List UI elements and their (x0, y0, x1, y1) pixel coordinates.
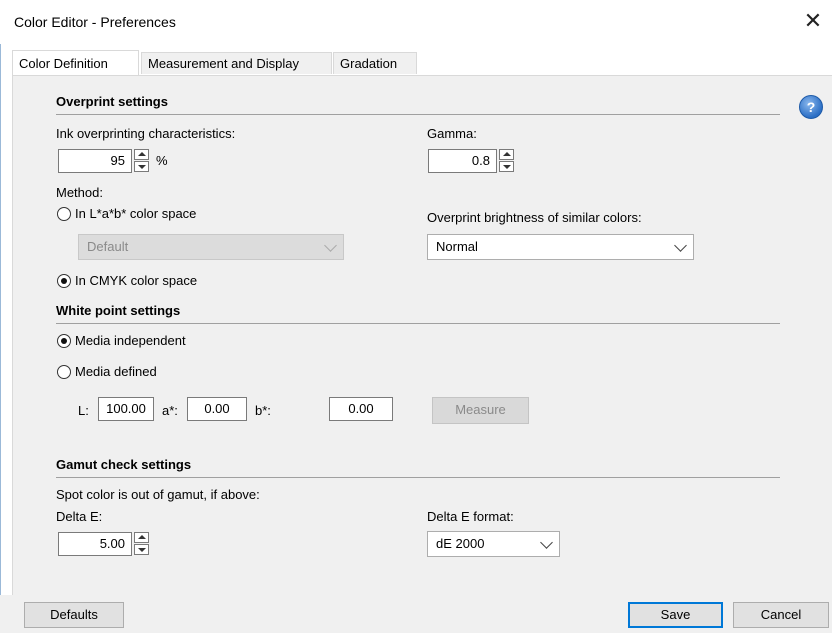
overprint-section-title: Overprint settings (56, 94, 168, 109)
gamma-label: Gamma: (427, 126, 477, 141)
delta-e-label: Delta E: (56, 509, 103, 524)
tab-color-definition[interactable]: Color Definition (12, 50, 139, 75)
question-icon[interactable]: ? (799, 95, 823, 119)
spin-up-icon[interactable] (134, 532, 149, 543)
l-input[interactable]: 100.00 (98, 397, 154, 421)
gamut-description: Spot color is out of gamut, if above: (56, 487, 260, 502)
media-defined-label[interactable]: Media defined (75, 364, 157, 379)
whitepoint-section-title: White point settings (56, 303, 181, 318)
dialog-footer: Defaults Save Cancel (0, 595, 832, 633)
method-lab-radio[interactable] (57, 207, 71, 221)
gamut-divider (56, 477, 780, 478)
chevron-down-icon (674, 239, 687, 252)
a-label: a*: (162, 403, 178, 418)
media-defined-radio[interactable] (57, 365, 71, 379)
media-independent-label[interactable]: Media independent (75, 333, 186, 348)
spin-up-icon[interactable] (134, 149, 149, 160)
tab-gradation[interactable]: Gradation (333, 52, 417, 74)
chevron-down-icon (540, 536, 553, 549)
method-lab-label[interactable]: In L*a*b* color space (75, 206, 196, 221)
window-title: Color Editor - Preferences (14, 14, 176, 30)
ink-overprinting-input[interactable]: 95 (58, 149, 132, 173)
close-icon[interactable]: ✕ (800, 8, 826, 34)
b-input[interactable]: 0.00 (329, 397, 393, 421)
delta-e-spinner[interactable] (134, 532, 149, 556)
lab-method-select: Default (78, 234, 344, 260)
gamma-input[interactable]: 0.8 (428, 149, 497, 173)
method-label: Method: (56, 185, 103, 200)
spin-down-icon[interactable] (134, 544, 149, 555)
title-bar: Color Editor - Preferences ✕ (0, 0, 832, 44)
delta-e-format-select[interactable]: dE 2000 (427, 531, 560, 557)
spin-down-icon[interactable] (134, 161, 149, 172)
l-label: L: (78, 403, 89, 418)
save-button[interactable]: Save (628, 602, 723, 628)
defaults-button[interactable]: Defaults (24, 602, 124, 628)
delta-e-format-label: Delta E format: (427, 509, 514, 524)
ink-unit-label: % (156, 153, 168, 168)
chevron-down-icon (324, 239, 337, 252)
spin-down-icon[interactable] (499, 161, 514, 172)
method-cmyk-label[interactable]: In CMYK color space (75, 273, 197, 288)
ink-overprinting-spinner[interactable] (134, 149, 149, 173)
tab-measurement-and-display[interactable]: Measurement and Display (141, 52, 332, 74)
lab-method-value: Default (87, 239, 129, 254)
measure-button[interactable]: Measure (432, 397, 529, 424)
ink-overprinting-label: Ink overprinting characteristics: (56, 126, 236, 141)
method-cmyk-radio[interactable] (57, 274, 71, 288)
overprint-brightness-label: Overprint brightness of similar colors: (427, 210, 642, 225)
a-input[interactable]: 0.00 (187, 397, 247, 421)
overprint-brightness-value: Normal (436, 239, 478, 254)
overprint-divider (56, 114, 780, 115)
overprint-brightness-select[interactable]: Normal (427, 234, 694, 260)
gamma-spinner[interactable] (499, 149, 514, 173)
delta-e-input[interactable]: 5.00 (58, 532, 132, 556)
tab-panel-color-definition: Overprint settings ? Ink overprinting ch… (12, 75, 832, 595)
delta-e-format-value: dE 2000 (436, 536, 485, 551)
cancel-button[interactable]: Cancel (733, 602, 829, 628)
media-independent-radio[interactable] (57, 334, 71, 348)
gamut-section-title: Gamut check settings (56, 457, 192, 472)
whitepoint-divider (56, 323, 780, 324)
spin-up-icon[interactable] (499, 149, 514, 160)
b-label: b*: (255, 403, 271, 418)
